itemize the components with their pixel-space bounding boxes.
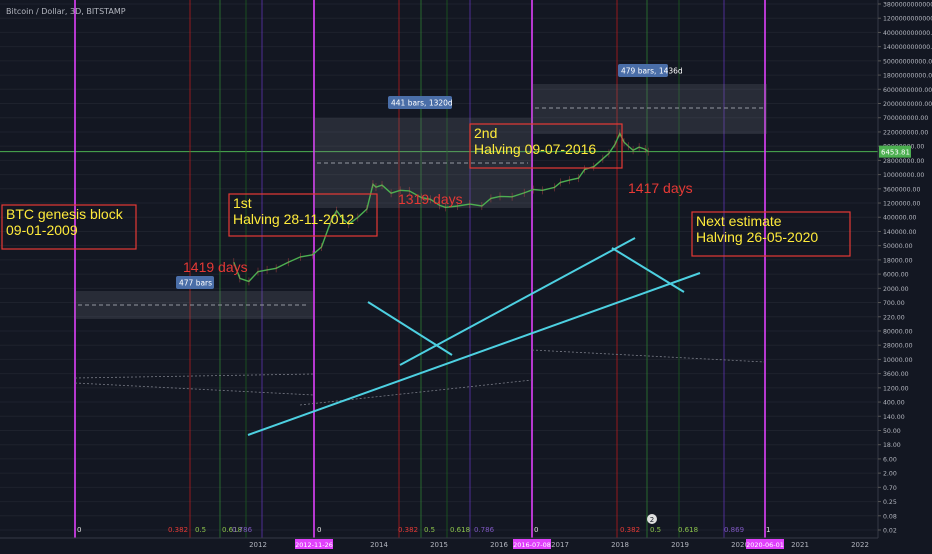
y-tick-label: 1200000000000.00 xyxy=(883,16,932,23)
y-tick-label: 50000.00 xyxy=(883,243,913,250)
y-tick-label: 140000000000.00 xyxy=(883,44,932,51)
fib-label: 0.618 xyxy=(450,526,470,534)
y-tick-label: 2.00 xyxy=(883,471,897,478)
halving-date-label: 2012-11-26 xyxy=(295,541,333,549)
flag-count: 2 xyxy=(650,516,654,524)
y-tick-label: 2000.00 xyxy=(883,286,909,293)
x-tick-label: 2014 xyxy=(370,541,388,549)
y-tick-label: 400.00 xyxy=(883,400,905,407)
y-tick-label: 220000000.00 xyxy=(883,129,928,136)
halving2-annotation-text: Halving 09-07-2016 xyxy=(474,141,596,157)
y-tick-label: 700.00 xyxy=(883,300,905,307)
fib-label: 1 xyxy=(766,526,770,534)
x-tick-label: 2016 xyxy=(490,541,508,549)
genesis-annotation-text: BTC genesis block xyxy=(6,206,124,222)
y-tick-label: 1200.00 xyxy=(883,385,909,392)
bars-label: 479 bars, 1436d xyxy=(621,67,683,76)
y-tick-label: 0.25 xyxy=(883,499,897,506)
y-tick-label: 6000.00 xyxy=(883,272,909,279)
genesis-annotation-text: 09-01-2009 xyxy=(6,222,78,238)
halving2-annotation-text: 2nd xyxy=(474,125,497,141)
x-tick-label: 2019 xyxy=(671,541,689,549)
fib-label: 0.618 xyxy=(678,526,698,534)
y-tick-label: 6.00 xyxy=(883,456,897,463)
y-tick-label: 18000.00 xyxy=(883,257,913,264)
days-label: 1419 days xyxy=(183,259,248,275)
fib-label: 0.786 xyxy=(474,526,495,534)
y-tick-label: 28000000.00 xyxy=(883,158,924,165)
y-tick-label: 0.08 xyxy=(883,513,897,520)
x-tick-label: 2021 xyxy=(791,541,809,549)
range-box-3 xyxy=(532,84,767,134)
y-tick-label: 80000.00 xyxy=(883,328,913,335)
fib-label: 0.869 xyxy=(724,526,744,534)
halving1-annotation-text: 1st xyxy=(233,195,252,211)
y-tick-label: 6000000000.00 xyxy=(883,87,932,94)
y-tick-label: 2000000000.00 xyxy=(883,101,932,108)
halving-date-label: 2016-07-08 xyxy=(513,541,551,549)
x-tick-label: 2012 xyxy=(249,541,267,549)
y-tick-label: 10000000.00 xyxy=(883,172,924,179)
y-tick-label: 3600000.00 xyxy=(883,186,920,193)
y-tick-label: 10000.00 xyxy=(883,357,913,364)
fib-label: 0.786 xyxy=(232,526,253,534)
fib-label: 0.5 xyxy=(195,526,206,534)
y-tick-label: 400000.00 xyxy=(883,215,917,222)
x-tick-label: 2018 xyxy=(611,541,629,549)
y-tick-label: 140000.00 xyxy=(883,229,917,236)
next-halving-annotation-text: Next estimate xyxy=(696,213,782,229)
chart-background xyxy=(0,0,932,550)
fib-label: 0 xyxy=(317,526,321,534)
y-tick-label: 28000.00 xyxy=(883,343,913,350)
halving-date-label: 2020-06-01 xyxy=(746,541,784,549)
bars-label: 441 bars, 1320d xyxy=(391,99,453,108)
y-axis: 3800000000000.00 1200000000000.00 40000000… xyxy=(877,0,932,550)
bars-label: 477 bars xyxy=(179,279,212,288)
y-tick-label: 3800000000000.00 xyxy=(883,2,932,9)
y-tick-label: 18.00 xyxy=(883,442,901,449)
x-tick-label: 2015 xyxy=(430,541,448,549)
fib-label: 0.5 xyxy=(650,526,661,534)
y-tick-label: 700000000.00 xyxy=(883,115,928,122)
chart-root: 0 0.382 0.5 0.618 0.786 0 0.382 0.5 0.618 0.786 0 0… xyxy=(0,0,932,550)
y-tick-label: 50.00 xyxy=(883,428,901,435)
y-tick-label: 0.02 xyxy=(883,528,897,535)
x-tick-label: 2017 xyxy=(551,541,569,549)
y-tick-label: 0.70 xyxy=(883,485,897,492)
y-tick-label: 140.00 xyxy=(883,414,905,421)
y-tick-label: 50000000000.00 xyxy=(883,58,932,65)
next-halving-annotation-text: Halving 26-05-2020 xyxy=(696,229,818,245)
days-label: 1417 days xyxy=(628,180,693,196)
chart-title: Bitcoin / Dollar, 3D, BITSTAMP xyxy=(6,7,126,16)
y-tick-label: 18000000000.00 xyxy=(883,73,932,80)
x-axis: 2012 2014 2015 2016 2017 2018 2019 2021 2022 2020… xyxy=(0,537,878,550)
days-label: 1319 days xyxy=(398,191,463,207)
y-tick-label: 400000000000.00 xyxy=(883,30,932,37)
fib-label: 0 xyxy=(534,526,538,534)
y-tick-label: 1200000.00 xyxy=(883,201,920,208)
halving1-annotation-text: Halving 28-11-2012 xyxy=(233,211,354,227)
y-tick-label: 220.00 xyxy=(883,314,905,321)
fib-label: 0 xyxy=(77,526,81,534)
fib-label: 0.382 xyxy=(398,526,418,534)
btc-chart[interactable]: 0 0.382 0.5 0.618 0.786 0 0.382 0.5 0.618 0.786 0 0… xyxy=(0,0,932,550)
x-tick-label: 2022 xyxy=(851,541,869,549)
price-label: 6453.81 xyxy=(881,149,910,157)
fib-label: 0.382 xyxy=(168,526,188,534)
fib-label: 0.5 xyxy=(424,526,435,534)
y-tick-label: 3600.00 xyxy=(883,371,909,378)
fib-label: 0.382 xyxy=(620,526,640,534)
